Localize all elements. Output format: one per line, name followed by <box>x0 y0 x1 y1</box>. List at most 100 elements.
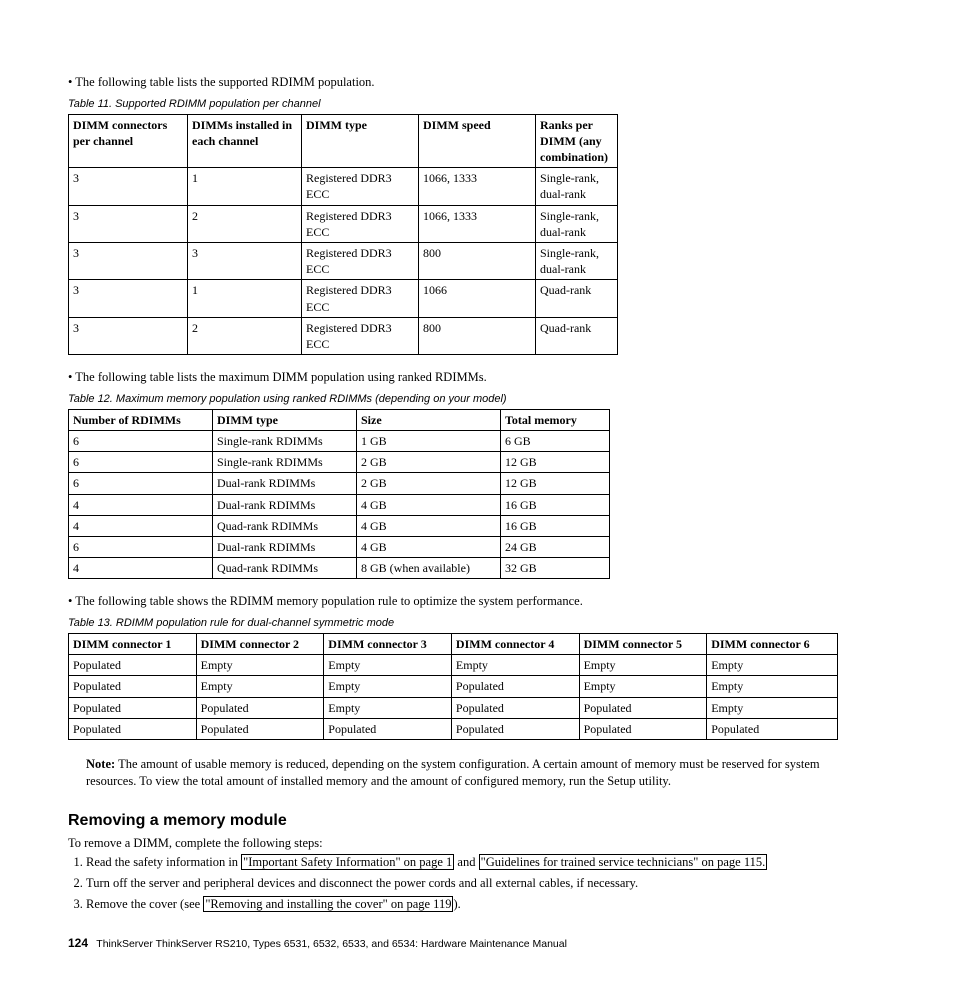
step-1: Read the safety information in "Importan… <box>86 854 886 871</box>
table-cell: Dual-rank RDIMMs <box>213 473 357 494</box>
table-cell: Populated <box>579 718 707 739</box>
table-cell: 4 GB <box>357 515 501 536</box>
table-cell: 32 GB <box>501 558 610 579</box>
table-cell: Empty <box>324 697 452 718</box>
table-cell: 16 GB <box>501 515 610 536</box>
table-cell: Single-rank, dual-rank <box>536 168 618 205</box>
step3-text-b: ). <box>453 897 460 911</box>
link-removing-cover[interactable]: "Removing and installing the cover" on p… <box>203 896 453 912</box>
table-cell: 2 <box>188 205 302 242</box>
table-cell: 6 <box>69 431 213 452</box>
table-cell: 4 <box>69 494 213 515</box>
table-cell: Dual-rank RDIMMs <box>213 494 357 515</box>
table-row: PopulatedEmptyEmptyEmptyEmptyEmpty <box>69 655 838 676</box>
table-cell: 4 GB <box>357 494 501 515</box>
t11-h3: DIMM type <box>302 114 419 168</box>
table-cell: Registered DDR3 ECC <box>302 205 419 242</box>
t11-h2: DIMMs installed in each channel <box>188 114 302 168</box>
page-number: 124 <box>68 936 88 950</box>
link-safety-info[interactable]: "Important Safety Information" on page 1 <box>241 854 454 870</box>
table13: DIMM connector 1 DIMM connector 2 DIMM c… <box>68 633 838 740</box>
table-cell: 6 <box>69 473 213 494</box>
table-cell: 1066, 1333 <box>419 205 536 242</box>
note-label: Note: <box>86 757 115 771</box>
table-cell: Populated <box>451 697 579 718</box>
table-cell: Single-rank, dual-rank <box>536 205 618 242</box>
step1-text-a: Read the safety information in <box>86 855 241 869</box>
table-cell: Quad-rank <box>536 280 618 317</box>
note-usable-memory: Note: The amount of usable memory is red… <box>86 756 886 790</box>
step-2: Turn off the server and peripheral devic… <box>86 875 886 892</box>
table-cell: 800 <box>419 243 536 280</box>
bullet-supported-rdimm: The following table lists the supported … <box>68 74 886 91</box>
table-row: 32Registered DDR3 ECC1066, 1333Single-ra… <box>69 205 618 242</box>
table-cell: Populated <box>579 697 707 718</box>
table-cell: Single-rank RDIMMs <box>213 431 357 452</box>
t13-h6: DIMM connector 6 <box>707 634 838 655</box>
table-cell: 1066 <box>419 280 536 317</box>
table-cell: 16 GB <box>501 494 610 515</box>
table11: DIMM connectors per channel DIMMs instal… <box>68 114 618 355</box>
t11-h5: Ranks per DIMM (any combination) <box>536 114 618 168</box>
table-cell: 1 <box>188 168 302 205</box>
table-row: 4Dual-rank RDIMMs4 GB16 GB <box>69 494 610 515</box>
table-cell: 3 <box>69 168 188 205</box>
table-cell: Empty <box>324 676 452 697</box>
table-row: 4Quad-rank RDIMMs4 GB16 GB <box>69 515 610 536</box>
table-cell: Registered DDR3 ECC <box>302 168 419 205</box>
table-cell: Populated <box>196 718 324 739</box>
t13-h4: DIMM connector 4 <box>451 634 579 655</box>
page-footer: 124 ThinkServer ThinkServer RS210, Types… <box>68 935 886 952</box>
table-cell: Empty <box>579 655 707 676</box>
footer-text: ThinkServer ThinkServer RS210, Types 653… <box>96 938 567 950</box>
table-row: 6Dual-rank RDIMMs4 GB24 GB <box>69 537 610 558</box>
table-row: 4Quad-rank RDIMMs8 GB (when available)32… <box>69 558 610 579</box>
table-cell: Quad-rank RDIMMs <box>213 558 357 579</box>
table-row: 32Registered DDR3 ECC800Quad-rank <box>69 317 618 354</box>
table-cell: Empty <box>196 655 324 676</box>
step-3: Remove the cover (see "Removing and inst… <box>86 896 886 913</box>
table-cell: Empty <box>196 676 324 697</box>
table-cell: Empty <box>707 697 838 718</box>
table-cell: Registered DDR3 ECC <box>302 243 419 280</box>
table-cell: 12 GB <box>501 452 610 473</box>
link-guidelines[interactable]: "Guidelines for trained service technici… <box>479 854 768 870</box>
t13-h3: DIMM connector 3 <box>324 634 452 655</box>
t12-h4: Total memory <box>501 409 610 430</box>
t13-h2: DIMM connector 2 <box>196 634 324 655</box>
note-text: The amount of usable memory is reduced, … <box>86 757 820 788</box>
table-cell: Single-rank, dual-rank <box>536 243 618 280</box>
bullet-population-rule: The following table shows the RDIMM memo… <box>68 593 886 610</box>
table-cell: 4 <box>69 515 213 536</box>
table-cell: 12 GB <box>501 473 610 494</box>
table-cell: 6 <box>69 537 213 558</box>
table-cell: 3 <box>69 280 188 317</box>
table-cell: Registered DDR3 ECC <box>302 317 419 354</box>
table-cell: Quad-rank RDIMMs <box>213 515 357 536</box>
t11-h1: DIMM connectors per channel <box>69 114 188 168</box>
heading-removing-memory: Removing a memory module <box>68 810 886 832</box>
table-cell: 3 <box>188 243 302 280</box>
table-cell: Registered DDR3 ECC <box>302 280 419 317</box>
table-cell: 3 <box>69 317 188 354</box>
t12-h1: Number of RDIMMs <box>69 409 213 430</box>
table-cell: Empty <box>579 676 707 697</box>
table-cell: Populated <box>451 676 579 697</box>
step3-text-a: Remove the cover (see <box>86 897 203 911</box>
table-cell: 1066, 1333 <box>419 168 536 205</box>
table-cell: 6 GB <box>501 431 610 452</box>
table-cell: Dual-rank RDIMMs <box>213 537 357 558</box>
table-cell: Populated <box>707 718 838 739</box>
table-cell: Populated <box>69 697 197 718</box>
table-cell: Empty <box>707 676 838 697</box>
table-cell: Empty <box>324 655 452 676</box>
t13-h5: DIMM connector 5 <box>579 634 707 655</box>
table-row: PopulatedEmptyEmptyPopulatedEmptyEmpty <box>69 676 838 697</box>
table-cell: Populated <box>324 718 452 739</box>
steps-list: Read the safety information in "Importan… <box>68 854 886 913</box>
table-cell: Empty <box>707 655 838 676</box>
table-cell: Populated <box>69 655 197 676</box>
table-cell: 800 <box>419 317 536 354</box>
table-cell: Populated <box>196 697 324 718</box>
table12: Number of RDIMMs DIMM type Size Total me… <box>68 409 610 580</box>
